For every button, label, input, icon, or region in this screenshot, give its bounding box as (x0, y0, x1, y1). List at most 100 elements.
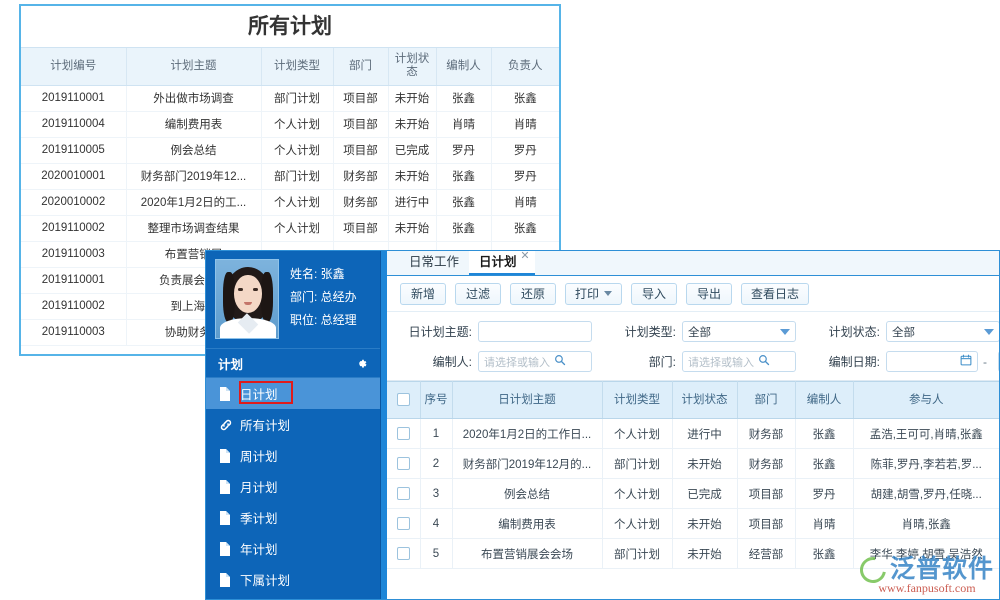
file-icon (219, 449, 231, 463)
cell-status: 已完成 (388, 137, 436, 163)
cell-status: 未开始 (672, 509, 737, 539)
cell-type: 部门计划 (261, 163, 333, 189)
table-row[interactable]: 5 布置营销展会会场 部门计划 未开始 经营部 张鑫 李华,李婷,胡雪,吴浩然 (387, 539, 999, 569)
table-row[interactable]: 2019110005 例会总结 个人计划 项目部 已完成 罗丹 罗丹 (21, 137, 559, 163)
date-range-separator: - (983, 355, 987, 369)
sidebar-item-subordinate-plan[interactable]: 下属计划 (206, 564, 380, 595)
table-row[interactable]: 2 财务部门2019年12月的... 部门计划 未开始 财务部 张鑫 陈菲,罗丹… (387, 449, 999, 479)
gear-icon[interactable] (355, 357, 368, 370)
cell-creator: 罗丹 (795, 479, 853, 509)
sidebar-item-all-plans[interactable]: 所有计划 (206, 409, 380, 440)
table-row[interactable]: 2020010002 2020年1月2日的工... 个人计划 财务部 进行中 张… (21, 189, 559, 215)
cell-participants: 李华,李婷,胡雪,吴浩然 (853, 539, 999, 569)
filter-form: 日计划主题: 计划类型: 全部 计划状态: (387, 312, 999, 381)
cell-type: 部门计划 (602, 539, 672, 569)
import-button[interactable]: 导入 (631, 283, 677, 305)
cell-subject-link[interactable]: 布置营销展会会场 (452, 539, 602, 569)
subject-input[interactable] (478, 321, 592, 342)
plan-type-select[interactable]: 全部 (682, 321, 796, 342)
cell-subject-link[interactable]: 编制费用表 (452, 509, 602, 539)
row-checkbox-cell[interactable] (387, 479, 420, 509)
cell-subject-link[interactable]: 例会总结 (452, 479, 602, 509)
row-checkbox-cell[interactable] (387, 539, 420, 569)
print-button[interactable]: 打印 (565, 283, 622, 305)
table-row[interactable]: 3 例会总结 个人计划 已完成 项目部 罗丹 胡建,胡雪,罗丹,任晓... (387, 479, 999, 509)
table-row[interactable]: 2019110001 外出做市场调查 部门计划 项目部 未开始 张鑫 张鑫 (21, 85, 559, 111)
cell-creator: 张鑫 (436, 189, 491, 215)
row-checkbox[interactable] (397, 547, 410, 560)
plan-type-label: 计划类型: (614, 323, 676, 340)
field-subject: 日计划主题: (400, 321, 592, 342)
dept-input[interactable]: 请选择或输入 (682, 351, 796, 372)
row-checkbox-cell[interactable] (387, 449, 420, 479)
profile-dept: 部门: 总经办 (290, 286, 357, 309)
cell-status: 未开始 (388, 111, 436, 137)
dept-label: 部门: (614, 353, 676, 370)
chevron-down-icon (780, 329, 790, 335)
profile-name: 姓名: 张鑫 (290, 263, 357, 286)
tab-daily-plan[interactable]: 日计划 ✕ (469, 250, 535, 275)
field-create-date: 编制日期: - (818, 351, 1000, 372)
view-log-button[interactable]: 查看日志 (741, 283, 809, 305)
sidebar-item-label: 周计划 (240, 446, 278, 465)
cell-creator: 肖晴 (795, 509, 853, 539)
col-seq: 序号 (420, 382, 452, 419)
print-button-label: 打印 (575, 285, 599, 302)
creator-label: 编制人: (400, 353, 472, 370)
row-checkbox[interactable] (397, 427, 410, 440)
col-creator: 编制人 (795, 382, 853, 419)
toolbar: 新增 过滤 还原 打印 导入 导出 查看日志 (387, 276, 999, 312)
creator-input[interactable]: 请选择或输入 (478, 351, 592, 372)
add-button[interactable]: 新增 (400, 283, 446, 305)
row-checkbox[interactable] (397, 517, 410, 530)
search-icon[interactable] (758, 354, 770, 369)
sidebar-item-yearly-plan[interactable]: 年计划 (206, 533, 380, 564)
cell-subject: 编制费用表 (126, 111, 261, 137)
cell-subject-link[interactable]: 财务部门2019年12月的... (452, 449, 602, 479)
grid-header-row: 序号 日计划主题 计划类型 计划状态 部门 编制人 参与人 (387, 382, 999, 419)
cell-creator: 张鑫 (436, 215, 491, 241)
cell-type: 个人计划 (602, 479, 672, 509)
sidebar-menu: 日计划 所有计划 周计划 (206, 378, 380, 599)
cell-status: 已完成 (672, 479, 737, 509)
sidebar-item-quarterly-plan[interactable]: 季计划 (206, 502, 380, 533)
col-plan-status: 计划状态 (672, 382, 737, 419)
cell-dept: 项目部 (333, 215, 388, 241)
cell-dept: 项目部 (333, 137, 388, 163)
select-all-checkbox[interactable] (397, 393, 410, 406)
cell-type: 个人计划 (261, 111, 333, 137)
row-checkbox-cell[interactable] (387, 419, 420, 449)
table-row[interactable]: 4 编制费用表 个人计划 未开始 项目部 肖晴 肖晴,张鑫 (387, 509, 999, 539)
content-panel: 日常工作 日计划 ✕ 新增 过滤 还原 打印 导入 导出 查看日志 (387, 251, 999, 599)
table-row[interactable]: 2019110002 整理市场调查结果 个人计划 项目部 未开始 张鑫 张鑫 (21, 215, 559, 241)
cell-creator: 张鑫 (795, 419, 853, 449)
table-row[interactable]: 2020010001 财务部门2019年12... 部门计划 财务部 未开始 张… (21, 163, 559, 189)
sidebar-item-label: 年计划 (240, 539, 278, 558)
calendar-icon[interactable] (960, 354, 972, 369)
table-row[interactable]: 1 2020年1月2日的工作日... 个人计划 进行中 财务部 张鑫 孟浩,王可… (387, 419, 999, 449)
sidebar-item-weekly-plan[interactable]: 周计划 (206, 440, 380, 471)
cell-subject: 2020年1月2日的工... (126, 189, 261, 215)
sidebar-section-header: 计划 (206, 348, 380, 378)
close-icon[interactable]: ✕ (520, 251, 529, 262)
cell-subject-link[interactable]: 2020年1月2日的工作日... (452, 419, 602, 449)
cell-status: 未开始 (388, 85, 436, 111)
sidebar-item-monthly-plan[interactable]: 月计划 (206, 471, 380, 502)
row-checkbox-cell[interactable] (387, 509, 420, 539)
plan-status-select[interactable]: 全部 (886, 321, 1000, 342)
filter-button[interactable]: 过滤 (455, 283, 501, 305)
dept-placeholder: 请选择或输入 (688, 354, 754, 370)
tab-bar: 日常工作 日计划 ✕ (387, 251, 999, 276)
cell-plan-no: 2019110003 (21, 241, 126, 267)
create-date-from-input[interactable] (886, 351, 978, 372)
field-plan-type: 计划类型: 全部 (614, 321, 796, 342)
col-select-all[interactable] (387, 382, 420, 419)
export-button[interactable]: 导出 (686, 283, 732, 305)
table-row[interactable]: 2019110004 编制费用表 个人计划 项目部 未开始 肖晴 肖晴 (21, 111, 559, 137)
tab-daily-work[interactable]: 日常工作 (399, 250, 469, 275)
search-icon[interactable] (554, 354, 566, 369)
sidebar-item-daily-plan[interactable]: 日计划 (206, 378, 380, 409)
row-checkbox[interactable] (397, 457, 410, 470)
row-checkbox[interactable] (397, 487, 410, 500)
restore-button[interactable]: 还原 (510, 283, 556, 305)
